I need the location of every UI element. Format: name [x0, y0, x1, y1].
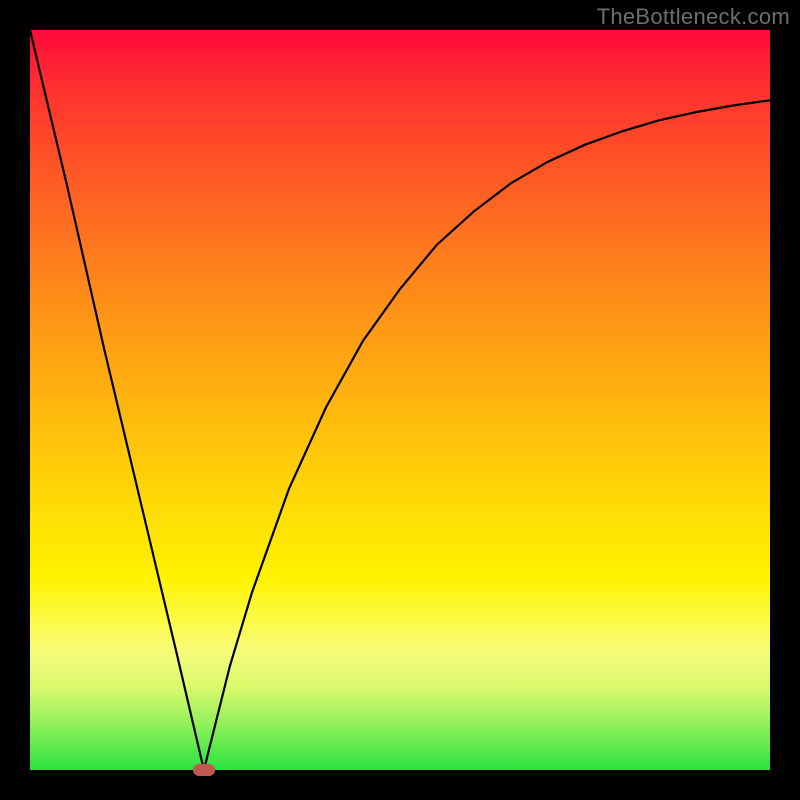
plot-gradient-background — [30, 30, 770, 770]
minimum-marker — [193, 764, 215, 776]
watermark-text: TheBottleneck.com — [597, 4, 790, 30]
chart-frame: TheBottleneck.com — [0, 0, 800, 800]
curve-path — [30, 30, 770, 770]
bottleneck-curve — [30, 30, 770, 770]
